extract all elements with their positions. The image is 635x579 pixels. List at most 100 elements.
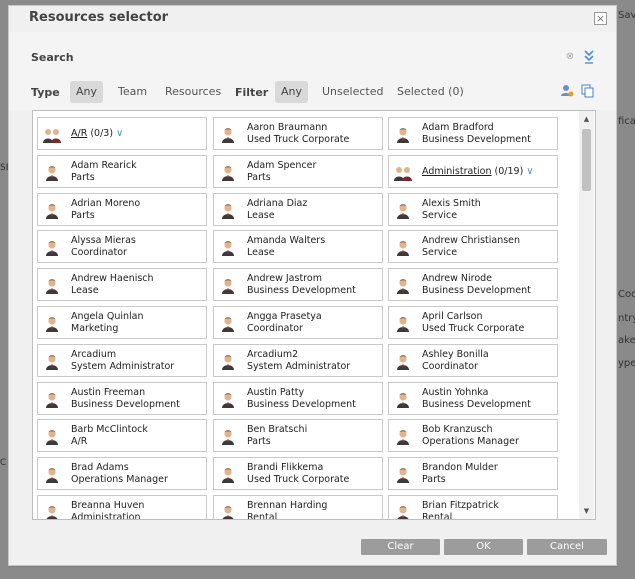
resource-card[interactable]: Austin Patty Business Development bbox=[213, 382, 383, 415]
ok-button[interactable]: OK bbox=[444, 539, 523, 555]
resource-role: Used Truck Corporate bbox=[247, 474, 350, 485]
resource-role: Service bbox=[422, 210, 458, 221]
resource-role: Service bbox=[422, 247, 458, 258]
resource-card[interactable]: Brad Adams Operations Manager bbox=[37, 457, 207, 490]
resource-card[interactable]: Arcadium2 System Administrator bbox=[213, 344, 383, 377]
scroll-up-arrow-icon[interactable]: ▲ bbox=[582, 114, 591, 124]
resource-card[interactable]: Bob Kranzusch Operations Manager bbox=[388, 419, 558, 452]
group-card[interactable]: Administration (0/19) ∨ bbox=[388, 155, 558, 188]
resource-card[interactable]: Brennan Harding Rental bbox=[213, 495, 383, 520]
resource-card[interactable]: Adam Spencer Parts bbox=[213, 155, 383, 188]
resource-card[interactable]: Andrew Nirode Business Development bbox=[388, 268, 558, 301]
resource-card[interactable]: Angela Quinlan Marketing bbox=[37, 306, 207, 339]
close-button[interactable]: × bbox=[594, 12, 607, 25]
group-name[interactable]: Administration bbox=[422, 166, 492, 177]
resources-selector-dialog: Resources selector × Search ⊗ Type Any T… bbox=[8, 5, 617, 566]
person-icon bbox=[222, 468, 234, 483]
clear-search-icon[interactable]: ⊗ bbox=[565, 52, 575, 62]
resource-name: Adrian Moreno bbox=[71, 198, 141, 209]
person-icon bbox=[222, 166, 234, 181]
resource-role: Coordinator bbox=[422, 361, 478, 372]
person-icon bbox=[46, 355, 58, 370]
resource-name: Austin Patty bbox=[247, 387, 305, 398]
double-chevron-down-icon[interactable] bbox=[583, 50, 595, 64]
resource-name: Adam Bradford bbox=[422, 122, 494, 133]
background-fragment: Code bbox=[618, 289, 635, 300]
filter-any-toggle[interactable]: Any bbox=[275, 81, 309, 103]
person-icon bbox=[46, 166, 58, 181]
resource-name: Arcadium bbox=[71, 349, 117, 360]
resource-card[interactable]: Ashley Bonilla Coordinator bbox=[388, 344, 558, 377]
resource-role: Administration bbox=[71, 512, 141, 520]
type-team-toggle[interactable]: Team bbox=[112, 81, 153, 103]
resource-card[interactable]: Austin Yohnka Business Development bbox=[388, 382, 558, 415]
copy-icon[interactable] bbox=[581, 84, 595, 98]
resource-name: Andrew Christiansen bbox=[422, 235, 521, 246]
resource-card[interactable]: Brian Fitzpatrick Rental bbox=[388, 495, 558, 519]
resource-card[interactable]: Adam Bradford Business Development bbox=[388, 117, 558, 150]
resource-card[interactable]: Andrew Christiansen Service bbox=[388, 230, 558, 263]
resource-role: Operations Manager bbox=[422, 436, 519, 447]
resource-card[interactable]: Barb McClintock A/R bbox=[37, 419, 207, 452]
resource-role: Parts bbox=[422, 474, 446, 485]
resource-card[interactable]: Adrian Moreno Parts bbox=[37, 193, 207, 226]
resource-role: Lease bbox=[247, 210, 275, 221]
resource-card[interactable]: Adam Rearick Parts bbox=[37, 155, 207, 188]
resource-card[interactable]: Alyssa Mieras Coordinator bbox=[37, 230, 207, 263]
resource-card[interactable]: Alexis Smith Service bbox=[388, 193, 558, 226]
resource-role: Business Development bbox=[247, 399, 356, 410]
resource-card[interactable]: Andrew Haenisch Lease bbox=[37, 268, 207, 301]
group-name[interactable]: A/R bbox=[71, 128, 87, 139]
person-icon bbox=[397, 355, 409, 370]
resource-card[interactable]: Andrew Jastrom Business Development bbox=[213, 268, 383, 301]
resource-card[interactable]: Brandi Flikkema Used Truck Corporate bbox=[213, 457, 383, 490]
resource-name: Alyssa Mieras bbox=[71, 235, 136, 246]
resource-card[interactable]: Angga Prasetya Coordinator bbox=[213, 306, 383, 339]
chevron-down-icon[interactable]: ∨ bbox=[116, 128, 123, 139]
background-page-bottom bbox=[0, 567, 635, 579]
clear-button[interactable]: Clear bbox=[361, 539, 440, 555]
scroll-thumb[interactable] bbox=[582, 129, 591, 191]
resource-card[interactable]: Breanna Huven Administration bbox=[37, 495, 207, 520]
resource-name: Brennan Harding bbox=[247, 500, 328, 511]
person-icon bbox=[222, 430, 234, 445]
resource-role: Parts bbox=[71, 172, 95, 183]
resource-role: Rental bbox=[247, 512, 278, 520]
person-icon bbox=[46, 430, 58, 445]
resource-card[interactable]: Amanda Walters Lease bbox=[213, 230, 383, 263]
scroll-down-arrow-icon[interactable]: ▼ bbox=[582, 506, 591, 516]
filter-unselected-toggle[interactable]: Unselected bbox=[316, 81, 389, 103]
user-settings-icon[interactable] bbox=[560, 84, 574, 98]
type-label: Type bbox=[31, 86, 60, 99]
resource-role: Business Development bbox=[422, 285, 531, 296]
resource-card[interactable]: Arcadium System Administrator bbox=[37, 344, 207, 377]
resource-card[interactable]: Adriana Diaz Lease bbox=[213, 193, 383, 226]
resource-card[interactable]: Austin Freeman Business Development bbox=[37, 382, 207, 415]
resource-role: Used Truck Corporate bbox=[247, 134, 350, 145]
resource-name: Brad Adams bbox=[71, 462, 129, 473]
resource-name: Austin Freeman bbox=[71, 387, 146, 398]
person-icon bbox=[222, 241, 234, 256]
resource-card[interactable]: Aaron Braumann Used Truck Corporate bbox=[213, 117, 383, 150]
person-icon bbox=[397, 279, 409, 294]
group-icon bbox=[43, 129, 61, 143]
resource-name: Bob Kranzusch bbox=[422, 424, 493, 435]
group-label: A/R (0/3) ∨ bbox=[71, 128, 123, 139]
type-resources-toggle[interactable]: Resources bbox=[159, 81, 227, 103]
cancel-button[interactable]: Cancel bbox=[527, 539, 607, 555]
resource-role: Parts bbox=[247, 172, 271, 183]
resource-card[interactable]: Ben Bratschi Parts bbox=[213, 419, 383, 452]
resource-role: System Administrator bbox=[71, 361, 175, 372]
filter-selected-toggle[interactable]: Selected (0) bbox=[391, 81, 470, 103]
resource-card[interactable]: Brandon Mulder Parts bbox=[388, 457, 558, 490]
chevron-down-icon[interactable]: ∨ bbox=[526, 166, 533, 177]
background-fragment: fica bbox=[618, 116, 635, 127]
resource-name: Adriana Diaz bbox=[247, 198, 308, 209]
group-card[interactable]: A/R (0/3) ∨ bbox=[37, 117, 207, 150]
resource-role: Business Development bbox=[71, 399, 180, 410]
resource-name: Andrew Haenisch bbox=[71, 273, 154, 284]
grid-scrollbar[interactable]: ▲ ▼ bbox=[579, 111, 594, 519]
type-any-toggle[interactable]: Any bbox=[70, 81, 104, 103]
resource-card[interactable]: April Carlson Used Truck Corporate bbox=[388, 306, 558, 339]
resource-name: Amanda Walters bbox=[247, 235, 326, 246]
